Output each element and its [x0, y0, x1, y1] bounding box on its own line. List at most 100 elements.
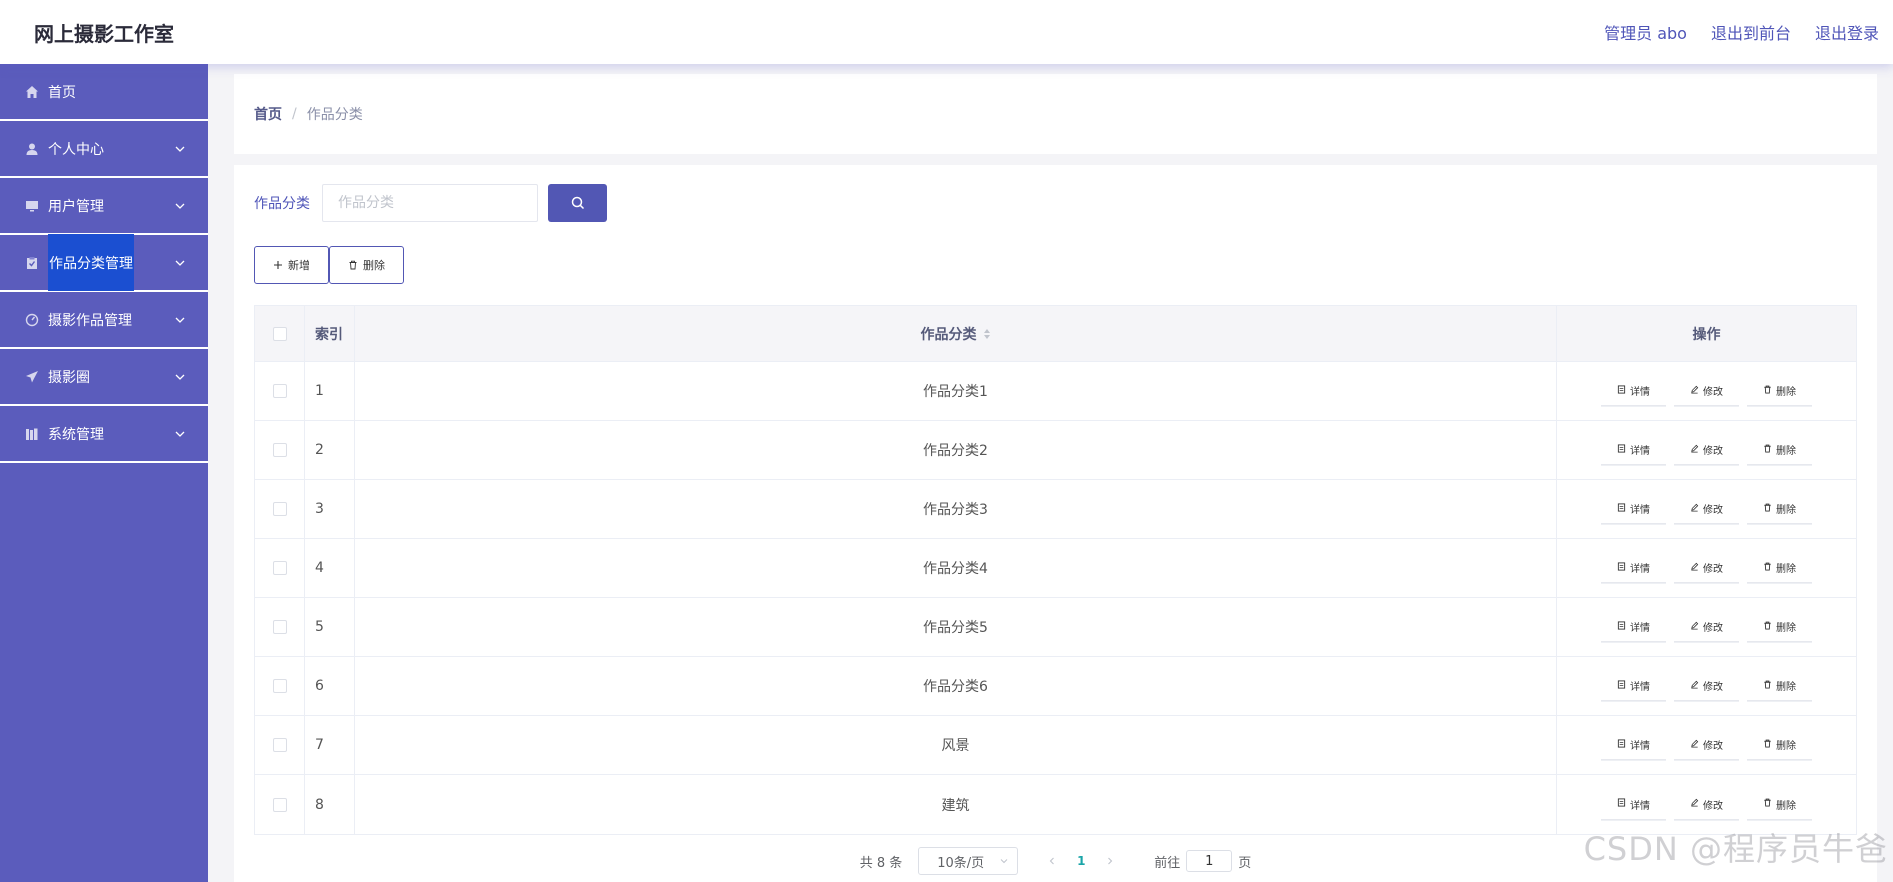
- detail-icon: [1617, 502, 1626, 515]
- goto-page: 前往 页: [1154, 850, 1251, 872]
- edit-button[interactable]: 修改: [1674, 376, 1739, 406]
- detail-button-label: 详情: [1630, 387, 1650, 398]
- trash-icon: [1763, 798, 1772, 810]
- row-checkbox[interactable]: [272, 561, 287, 575]
- trash-icon: [1763, 739, 1772, 751]
- page-number-current[interactable]: 1: [1066, 847, 1096, 875]
- row-actions: 详情 修改 删除: [1557, 421, 1856, 479]
- row-delete-button-label: 删除: [1776, 387, 1796, 398]
- row-delete-button[interactable]: 删除: [1747, 435, 1812, 465]
- next-page-button[interactable]: [1096, 847, 1124, 875]
- row-delete-button-label: 删除: [1776, 564, 1796, 575]
- search-button[interactable]: [548, 184, 607, 222]
- row-actions: 详情 修改 删除: [1557, 362, 1856, 420]
- edit-icon: [1690, 385, 1699, 397]
- edit-button[interactable]: 修改: [1674, 789, 1739, 820]
- exit-to-frontend-link[interactable]: 退出到前台: [1711, 20, 1791, 44]
- edit-button[interactable]: 修改: [1674, 494, 1739, 524]
- sidebar-item-personal-center[interactable]: 个人中心: [0, 121, 208, 178]
- detail-button-label: 详情: [1630, 800, 1650, 812]
- edit-button[interactable]: 修改: [1674, 671, 1739, 701]
- monitor-icon: [24, 198, 40, 214]
- sidebar-item-label: 作品分类管理: [48, 234, 134, 291]
- row-delete-button-label: 删除: [1776, 800, 1796, 812]
- sidebar-item-photo-circle[interactable]: 摄影圈: [0, 349, 208, 406]
- row-delete-button[interactable]: 删除: [1747, 494, 1812, 524]
- detail-button[interactable]: 详情: [1601, 494, 1666, 524]
- row-checkbox[interactable]: [272, 384, 287, 398]
- sidebar-item-photo-works[interactable]: 摄影作品管理: [0, 292, 208, 349]
- row-checkbox-cell: [255, 775, 305, 834]
- row-checkbox[interactable]: [272, 797, 287, 812]
- row-category: 作品分类5: [355, 598, 1557, 656]
- detail-icon: [1617, 738, 1626, 751]
- detail-button[interactable]: 详情: [1601, 789, 1666, 820]
- edit-button[interactable]: 修改: [1674, 612, 1739, 642]
- row-delete-button-label: 删除: [1776, 682, 1796, 693]
- detail-button-label: 详情: [1630, 446, 1650, 457]
- detail-button[interactable]: 详情: [1601, 671, 1666, 701]
- sidebar-item-label: 用户管理: [48, 198, 104, 215]
- row-checkbox-cell: [255, 716, 305, 774]
- select-all-checkbox[interactable]: [272, 326, 287, 341]
- column-header-category[interactable]: 作品分类: [355, 306, 1557, 361]
- prev-page-button[interactable]: [1038, 847, 1066, 875]
- page-size-select[interactable]: 10条/页: [918, 847, 1019, 875]
- row-index: 7: [305, 716, 355, 774]
- main-content: 作品分类 新增 删除 索引 作品分类 操作 1作品分类1详情修改删除2作品分: [234, 165, 1877, 882]
- row-delete-button[interactable]: 删除: [1747, 612, 1812, 642]
- detail-button-label: 详情: [1630, 623, 1650, 634]
- edit-icon: [1690, 562, 1699, 574]
- row-category: 作品分类1: [355, 362, 1557, 420]
- sidebar-item-category-management[interactable]: 作品分类管理: [0, 234, 208, 292]
- row-checkbox[interactable]: [272, 443, 287, 457]
- sidebar-item-user-management[interactable]: 用户管理: [0, 178, 208, 235]
- row-index: 4: [305, 539, 355, 597]
- sidebar-item-home[interactable]: 首页: [0, 64, 208, 121]
- trash-icon: [349, 260, 357, 270]
- edit-button[interactable]: 修改: [1674, 730, 1739, 760]
- row-delete-button[interactable]: 删除: [1747, 376, 1812, 406]
- detail-button[interactable]: 详情: [1601, 553, 1666, 583]
- edit-icon: [1690, 739, 1699, 751]
- edit-button[interactable]: 修改: [1674, 553, 1739, 583]
- add-button[interactable]: 新增: [254, 246, 329, 284]
- row-checkbox[interactable]: [272, 679, 287, 693]
- row-index: 6: [305, 657, 355, 715]
- row-delete-button[interactable]: 删除: [1747, 789, 1812, 820]
- sort-icon[interactable]: [983, 328, 991, 340]
- admin-user-link[interactable]: 管理员 abo: [1604, 20, 1687, 44]
- app-title: 网上摄影工作室: [34, 21, 174, 46]
- chevron-down-icon: [175, 203, 185, 209]
- sidebar-item-system-management[interactable]: 系统管理: [0, 406, 208, 463]
- edit-button-label: 修改: [1703, 800, 1723, 812]
- table-body: 1 作品分类1 详情 修改 删除 2 作品分类2 详情 修改 删除 3 作品分类3 详情 修改 删除 4 作品分…: [255, 362, 1856, 834]
- row-checkbox-cell: [255, 480, 305, 538]
- row-delete-button[interactable]: 删除: [1747, 671, 1812, 701]
- row-delete-button[interactable]: 删除: [1747, 553, 1812, 583]
- row-actions: 详情 修改 删除: [1557, 657, 1856, 715]
- breadcrumb-home-link[interactable]: 首页: [254, 104, 282, 124]
- goto-page-input[interactable]: [1186, 850, 1233, 872]
- category-search-input[interactable]: [322, 184, 538, 222]
- row-checkbox[interactable]: [272, 620, 287, 634]
- edit-button[interactable]: 修改: [1674, 435, 1739, 465]
- logout-link[interactable]: 退出登录: [1815, 20, 1879, 44]
- clipboard-icon: [24, 255, 40, 271]
- row-delete-button[interactable]: 删除: [1747, 730, 1812, 760]
- detail-button[interactable]: 详情: [1601, 730, 1666, 760]
- detail-button[interactable]: 详情: [1601, 612, 1666, 642]
- top-header: 网上摄影工作室 管理员 abo 退出到前台 退出登录: [0, 0, 1893, 64]
- plus-icon: [274, 261, 282, 269]
- sidebar-item-label: 个人中心: [48, 141, 104, 158]
- edit-button-label: 修改: [1703, 564, 1723, 575]
- batch-delete-button[interactable]: 删除: [329, 246, 404, 284]
- trash-icon: [1763, 385, 1772, 397]
- detail-button[interactable]: 详情: [1601, 376, 1666, 406]
- chevron-down-icon: [175, 146, 185, 152]
- edit-button-label: 修改: [1703, 446, 1723, 457]
- detail-button[interactable]: 详情: [1601, 435, 1666, 465]
- row-checkbox[interactable]: [272, 738, 287, 752]
- edit-button-label: 修改: [1703, 682, 1723, 693]
- row-checkbox[interactable]: [272, 502, 287, 516]
